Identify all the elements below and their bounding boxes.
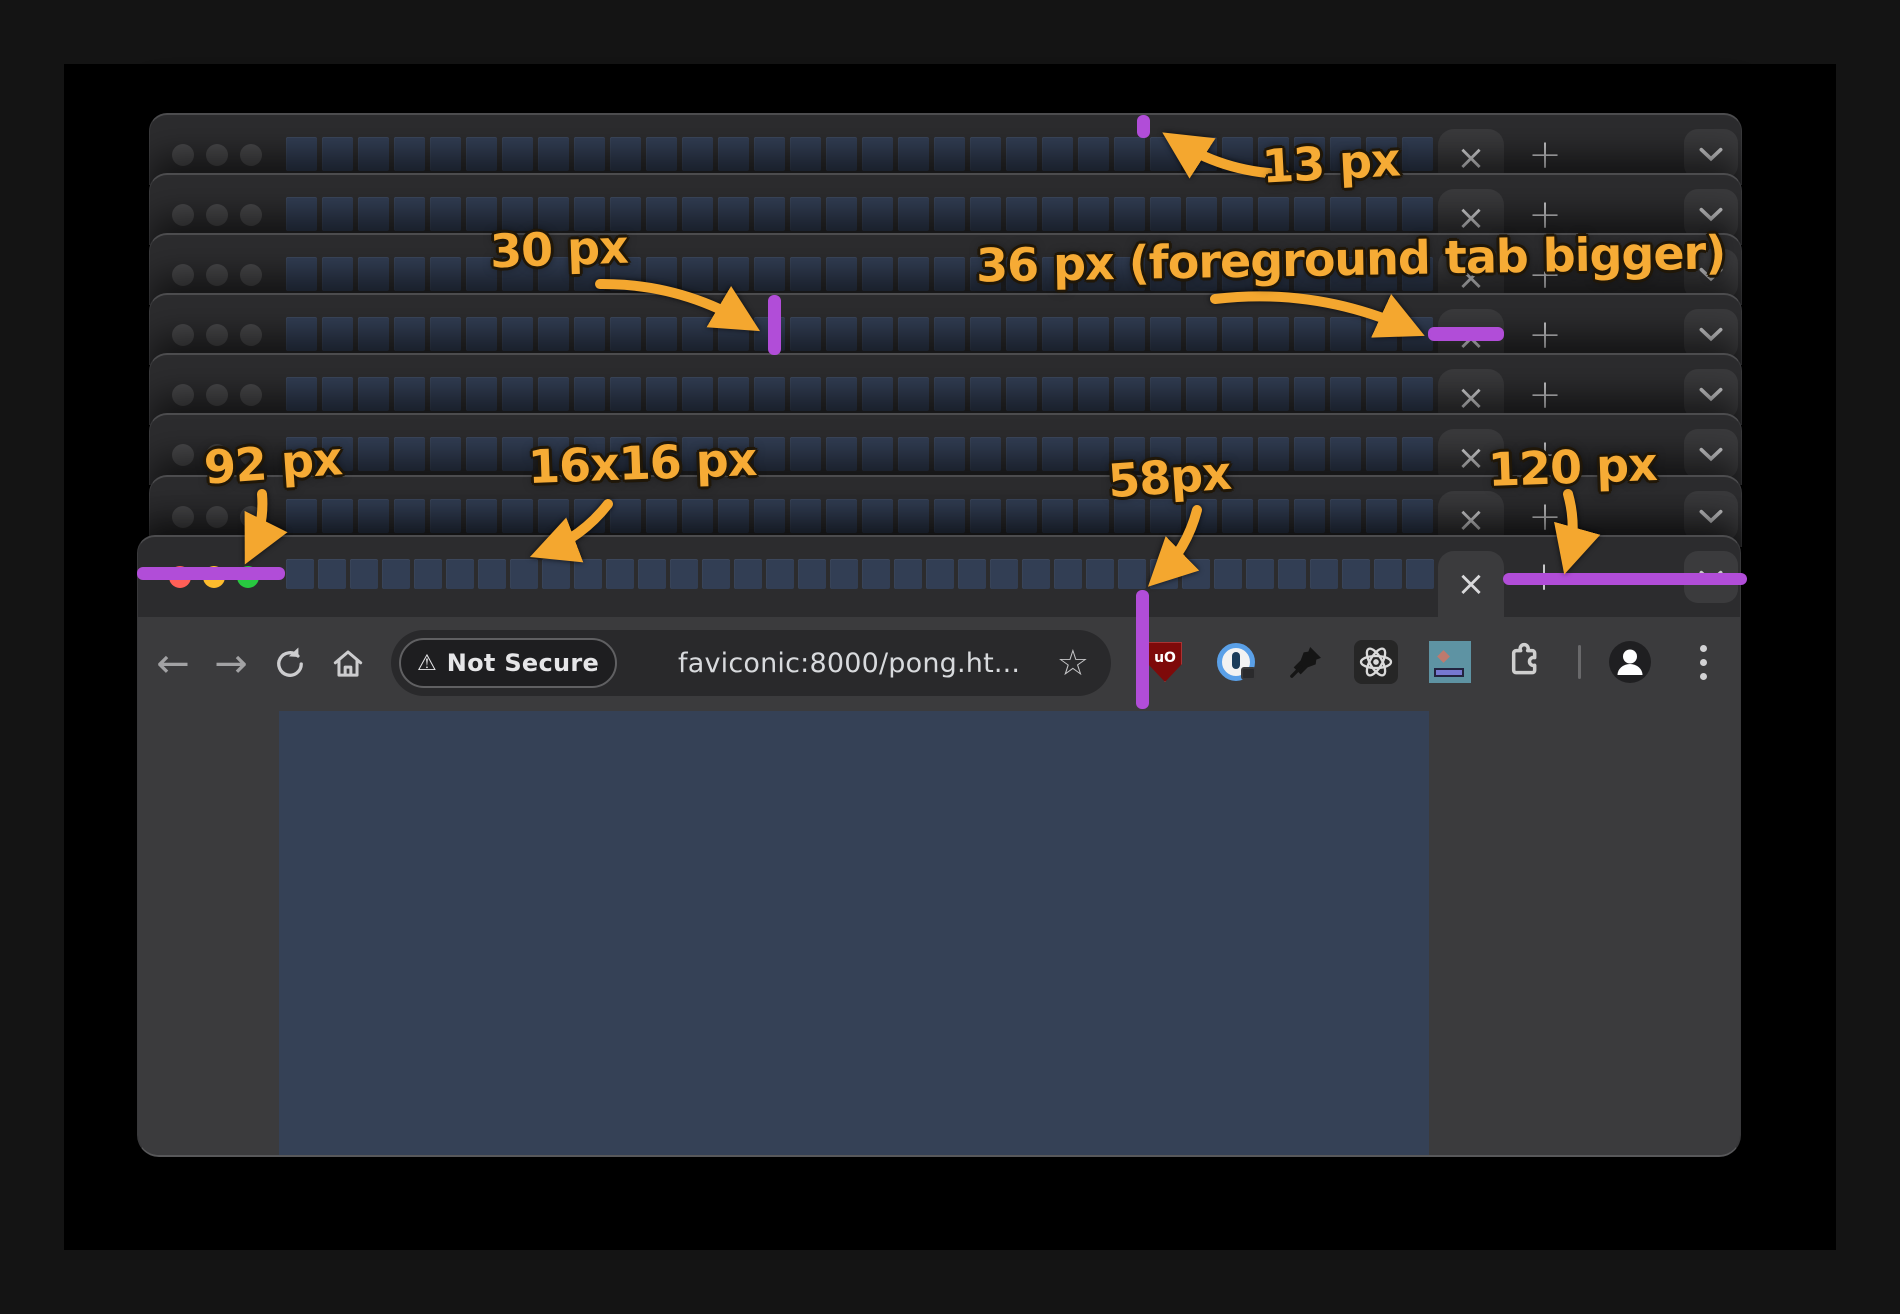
annotation-arrow [543, 504, 608, 552]
annotation-arrow [1568, 494, 1573, 561]
ann-58px: 58px [1106, 446, 1232, 508]
ann-120px: 120 px [1487, 437, 1657, 497]
screenshot-frame: ×+×+×+×+×+×+×+ × + ← → [0, 0, 1900, 1314]
ann-30px: 30 px [489, 220, 628, 279]
ann-13px: 13 px [1261, 132, 1401, 193]
annotation-arrows [0, 0, 1900, 1314]
annotation-arrow [600, 284, 748, 324]
ann-16px: 16x16 px [527, 432, 757, 494]
annotation-arrow [251, 494, 262, 552]
ann-92px: 92 px [202, 431, 343, 494]
annotation-arrow [1215, 296, 1412, 330]
annotation-arrow [1158, 510, 1197, 577]
